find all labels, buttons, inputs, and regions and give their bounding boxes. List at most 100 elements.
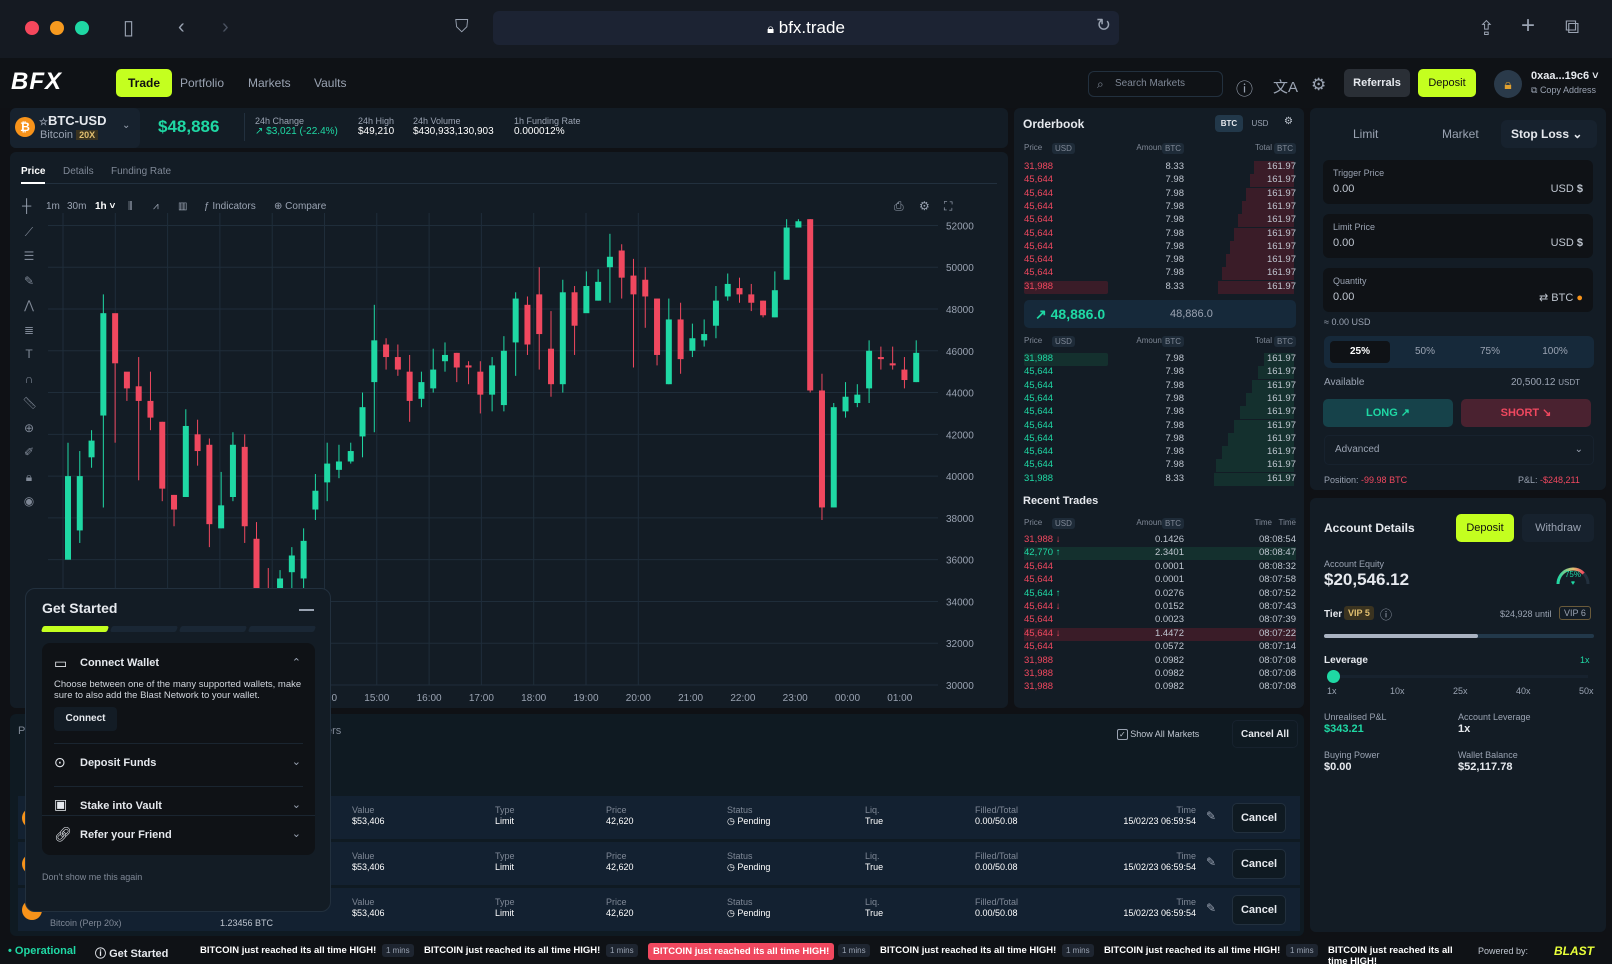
sidebar-icon[interactable]: ▯ (123, 15, 134, 40)
cancel-order-button[interactable]: Cancel (1232, 895, 1286, 925)
percent-option-25[interactable]: 25% (1330, 341, 1390, 363)
tab-stop-loss[interactable]: Stop Loss ⌄ (1501, 120, 1597, 148)
lock-drawings-icon[interactable]: ✐ (22, 445, 36, 459)
orderbook-row[interactable]: 31,988 8.33 161.97 (1024, 281, 1296, 294)
orderbook-row[interactable]: 45,644 7.98 161.97 (1024, 201, 1296, 214)
maximize-window-button[interactable] (75, 21, 89, 35)
copy-address-link[interactable]: ⧉ Copy Address (1531, 85, 1596, 96)
limit-price-field[interactable]: Limit Price 0.00 USD $ (1323, 214, 1593, 258)
orderbook-row[interactable]: 45,644 7.98 161.97 (1024, 393, 1296, 406)
step-label[interactable]: Stake into Vault (80, 800, 162, 812)
orderbook-row[interactable]: 45,644 7.98 161.97 (1024, 380, 1296, 393)
withdraw-button[interactable]: Withdraw (1522, 514, 1594, 542)
orderbook-row[interactable]: 45,644 7.98 161.97 (1024, 174, 1296, 187)
orderbook-row[interactable]: 31,988 8.33 161.97 (1024, 161, 1296, 174)
orderbook-row[interactable]: 45,644 7.98 161.97 (1024, 188, 1296, 201)
minimize-icon[interactable] (299, 609, 314, 611)
tabs-overview-icon[interactable]: ⧉ (1565, 16, 1579, 39)
share-icon[interactable]: ⇪ (1478, 16, 1495, 41)
percent-option-50[interactable]: 50% (1395, 341, 1455, 363)
news-item[interactable]: BITCOIN just reached its all time HIGH! (880, 945, 1056, 956)
orderbook-row[interactable]: 45,644 7.98 161.97 (1024, 446, 1296, 459)
tab-price[interactable]: Price (21, 166, 45, 177)
chevron-up-icon[interactable]: ⌃ (292, 656, 301, 669)
orderbook-row[interactable]: 45,644 7.98 161.97 (1024, 267, 1296, 280)
magnet-icon[interactable]: ∩ (22, 372, 36, 386)
chevron-down-icon[interactable]: ⌄ (292, 827, 301, 840)
minimize-window-button[interactable] (50, 21, 64, 35)
orderbook-row[interactable]: 31,988 7.98 161.97 (1024, 353, 1296, 366)
interval-1m[interactable]: 1m (46, 201, 60, 212)
fib-tool-icon[interactable]: ≣ (22, 323, 36, 337)
nav-markets[interactable]: Markets (236, 69, 303, 97)
candles-icon[interactable]: ⫼ (128, 201, 133, 212)
new-tab-icon[interactable]: + (1521, 12, 1535, 40)
cancel-order-button[interactable]: Cancel (1232, 803, 1286, 833)
horizontal-lines-tool-icon[interactable]: ☰ (22, 249, 36, 263)
nav-portfolio[interactable]: Portfolio (168, 69, 236, 97)
orderbook-row[interactable]: 45,644 7.98 161.97 (1024, 406, 1296, 419)
orderbook-settings-icon[interactable]: ⚙ (1284, 116, 1293, 127)
tab-funding-rate[interactable]: Funding Rate (111, 166, 171, 177)
forward-icon[interactable]: › (222, 16, 229, 39)
chevron-down-icon[interactable]: ⌄ (292, 798, 301, 811)
lock-icon[interactable]: 🔒︎ (22, 470, 36, 485)
indicators-button[interactable]: ƒ Indicators (204, 201, 256, 212)
orderbook-row[interactable]: 31,988 8.33 161.97 (1024, 473, 1296, 486)
cancel-all-button[interactable]: Cancel All (1232, 720, 1298, 748)
unit-usd-toggle[interactable]: USD (1246, 115, 1274, 132)
short-button[interactable]: SHORT ↘ (1461, 399, 1591, 427)
reload-icon[interactable]: ↻ (1096, 15, 1111, 36)
orderbook-row[interactable]: 45,644 7.98 161.97 (1024, 214, 1296, 227)
news-item[interactable]: BITCOIN just reached its all time HIGH! (424, 945, 600, 956)
wallet-avatar-lock-icon[interactable]: 🔒︎ (1494, 70, 1522, 98)
ruler-icon[interactable]: 📏︎ (22, 396, 37, 410)
footer-get-started[interactable]: ⓘ Get Started (95, 945, 168, 961)
orderbook-row[interactable]: 45,644 7.98 161.97 (1024, 254, 1296, 267)
orderbook-row[interactable]: 45,644 7.98 161.97 (1024, 366, 1296, 379)
account-deposit-button[interactable]: Deposit (1456, 514, 1514, 542)
orderbook-row[interactable]: 45,644 7.98 161.97 (1024, 241, 1296, 254)
close-window-button[interactable] (25, 21, 39, 35)
compare-button[interactable]: ⊕ Compare (274, 201, 326, 212)
leverage-slider-track[interactable] (1330, 675, 1588, 678)
show-all-markets-checkbox[interactable]: ✓ Show All Markets (1117, 729, 1199, 740)
edit-pencil-icon[interactable]: ✎ (1206, 901, 1216, 915)
info-icon[interactable]: ⓘ (1236, 75, 1253, 100)
eye-icon[interactable]: ◉ (22, 494, 36, 508)
trendline-tool-icon[interactable]: ⟋ (22, 225, 36, 240)
address-bar[interactable]: 🔒︎ bfx.trade (493, 11, 1119, 45)
edit-pencil-icon[interactable]: ✎ (1206, 809, 1216, 823)
trigger-price-field[interactable]: Trigger Price 0.00 USD $ (1323, 160, 1593, 204)
deposit-button[interactable]: Deposit (1418, 69, 1476, 97)
back-icon[interactable]: ‹ (178, 16, 185, 39)
orderbook-row[interactable]: 45,644 7.98 161.97 (1024, 433, 1296, 446)
bfx-logo[interactable]: BFX (11, 68, 62, 96)
camera-icon[interactable]: ⎙ (894, 199, 904, 214)
crosshair-icon[interactable]: ┼ (22, 198, 31, 213)
referrals-button[interactable]: Referrals (1344, 69, 1410, 97)
tab-details[interactable]: Details (63, 166, 94, 177)
interval-30m[interactable]: 30m (67, 201, 86, 212)
nav-trade[interactable]: Trade (116, 69, 173, 97)
tab-market[interactable]: Market (1442, 127, 1479, 141)
news-item[interactable]: BITCOIN just reached its all time HIGH! (1328, 945, 1470, 964)
unit-btc-toggle[interactable]: BTC (1215, 115, 1243, 132)
step-label[interactable]: Connect Wallet (80, 657, 159, 669)
translate-icon[interactable]: 文A (1273, 76, 1298, 97)
news-item[interactable]: BITCOIN just reached its all time HIGH! (1104, 945, 1280, 956)
step-label[interactable]: Deposit Funds (80, 757, 156, 769)
status-operational[interactable]: • Operational (8, 945, 76, 957)
step-label[interactable]: Refer your Friend (80, 829, 172, 841)
dont-show-again-link[interactable]: Don't show me this again (42, 872, 142, 882)
star-icon[interactable]: ☆ (39, 117, 48, 128)
text-tool-icon[interactable]: T (22, 347, 36, 361)
news-item[interactable]: BITCOIN just reached its all time HIGH! (648, 943, 835, 960)
orderbook-row[interactable]: 45,644 7.98 161.97 (1024, 420, 1296, 433)
chevron-down-icon[interactable]: ⌄ (122, 120, 130, 131)
orderbook-row[interactable]: 45,644 7.98 161.97 (1024, 459, 1296, 472)
edit-pencil-icon[interactable]: ✎ (1206, 855, 1216, 869)
tier-info-icon[interactable]: ⓘ (1380, 606, 1392, 623)
leverage-slider-handle[interactable] (1327, 670, 1340, 683)
nav-vaults[interactable]: Vaults (302, 69, 358, 97)
